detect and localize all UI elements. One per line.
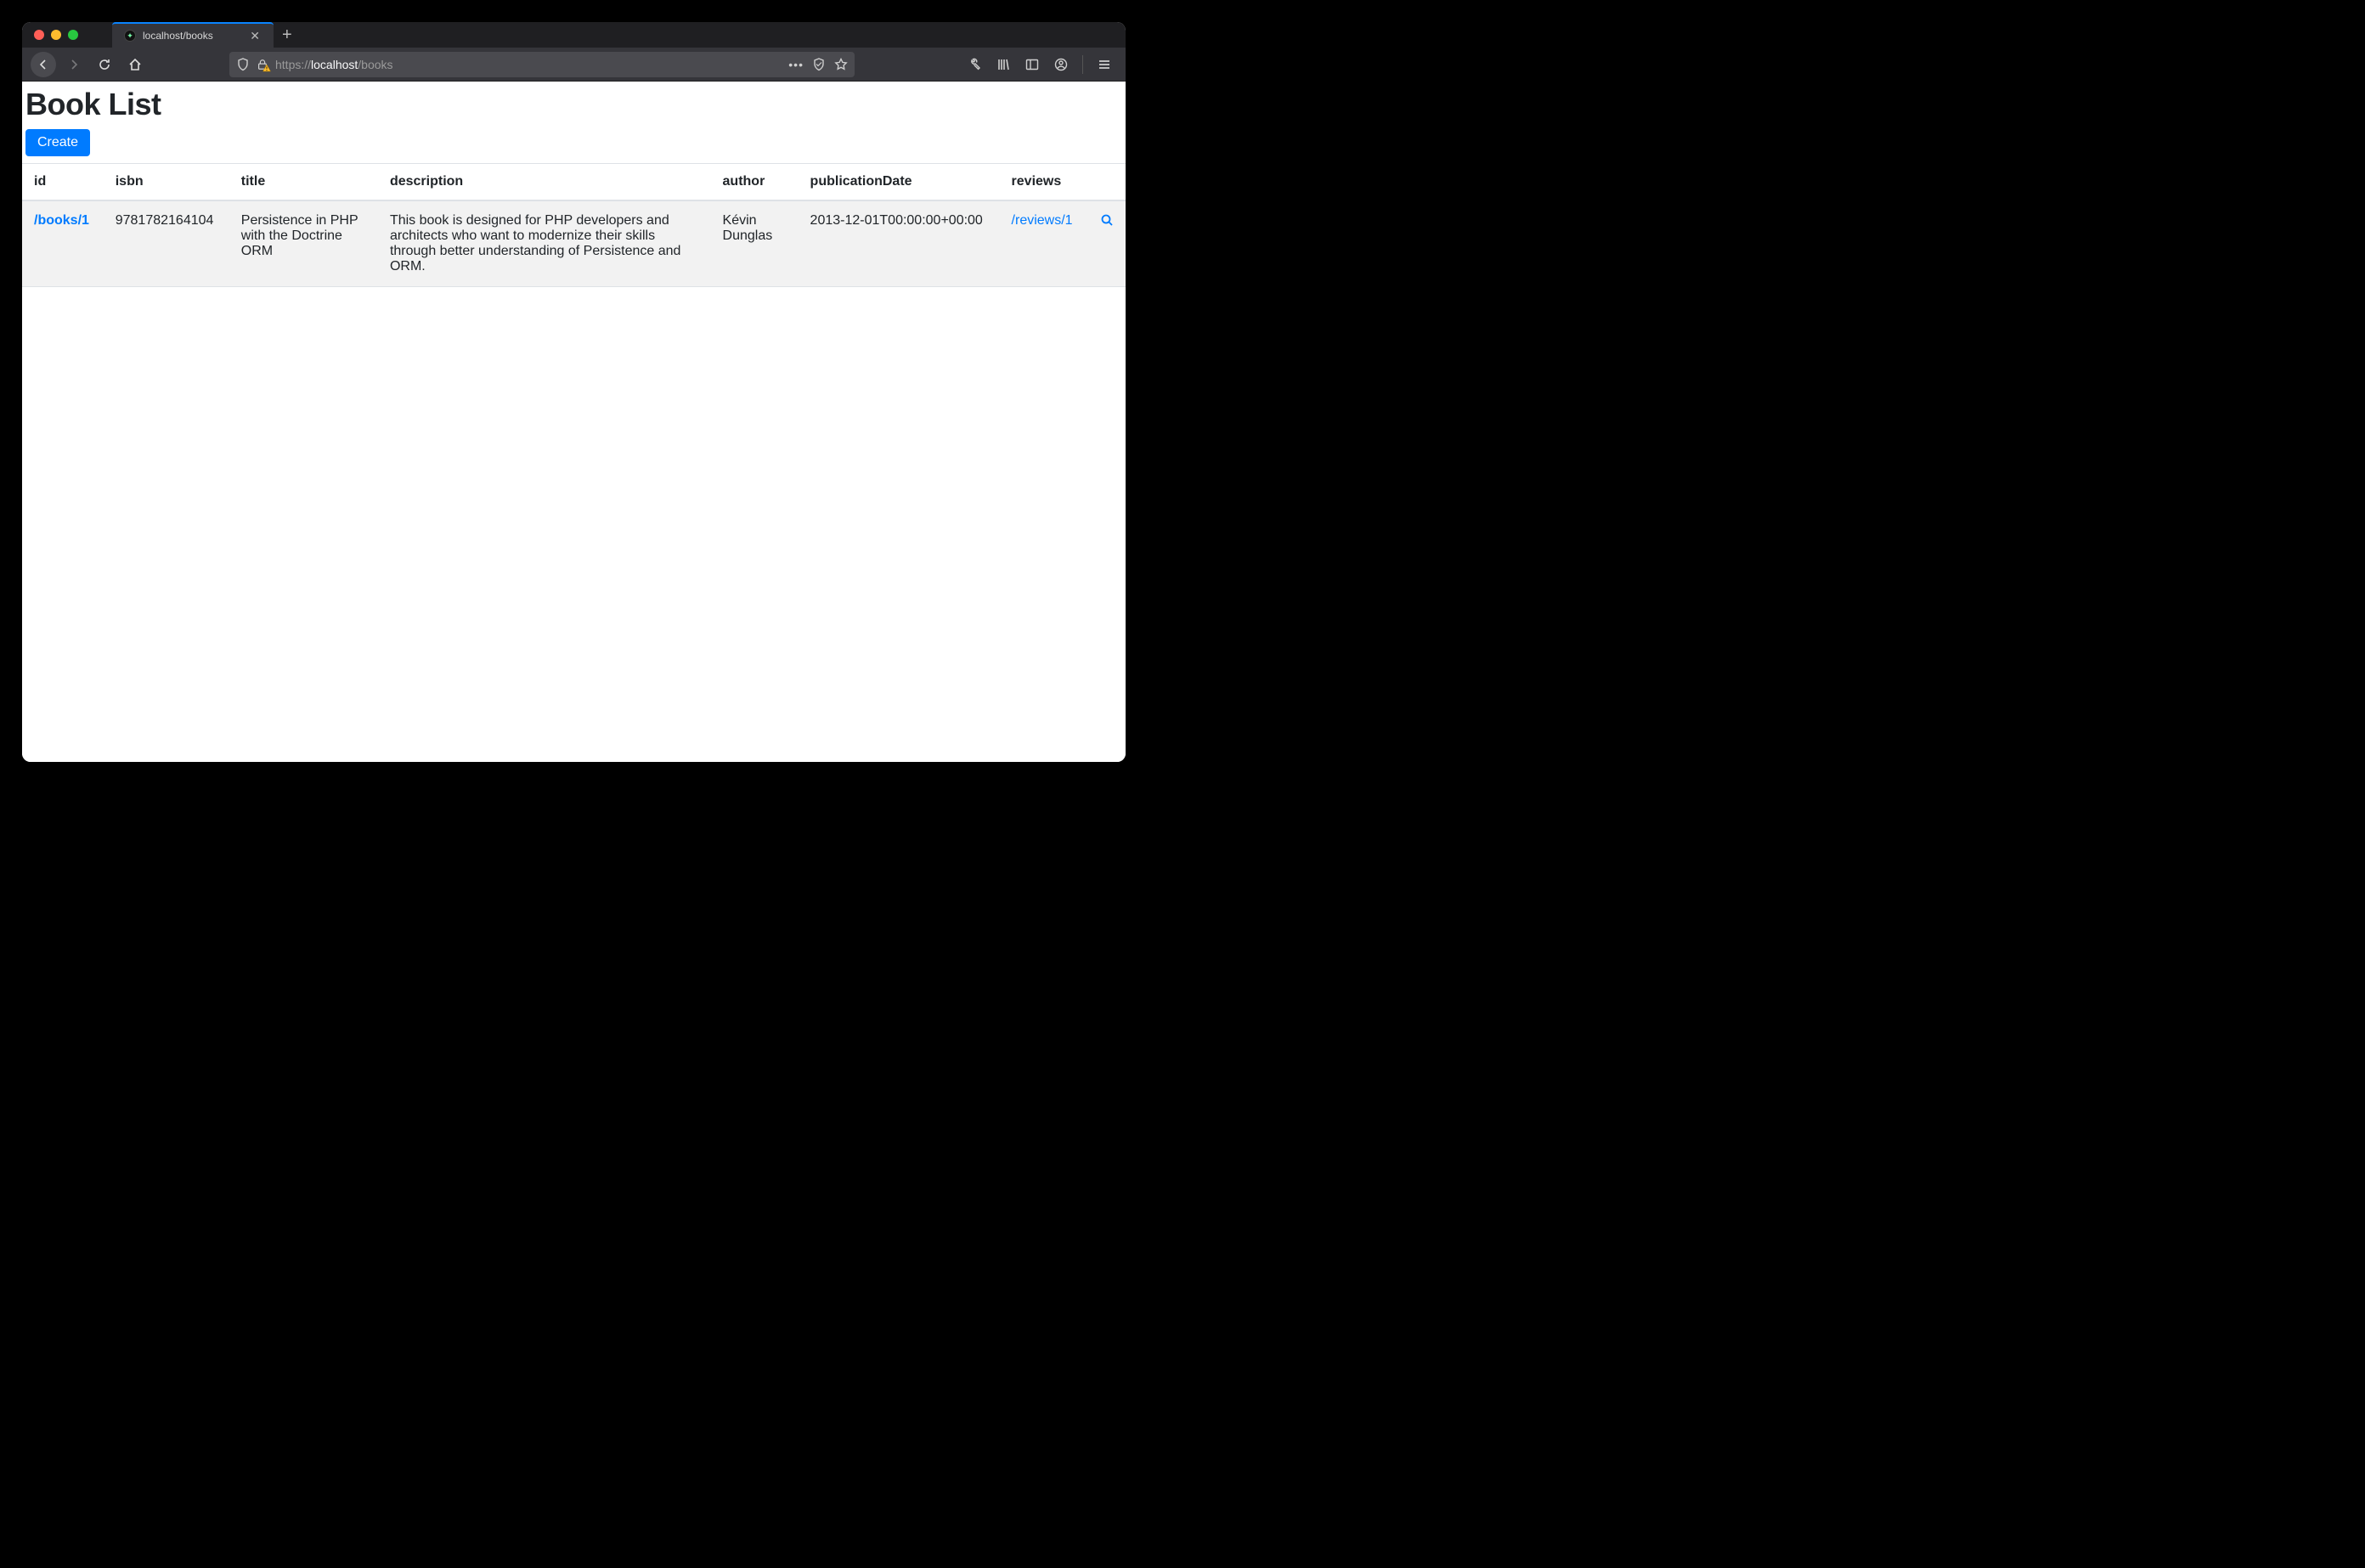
arrow-right-icon [67, 58, 81, 71]
books-table: id isbn title description author publica… [22, 163, 1126, 287]
titlebar: ✦ localhost/books ✕ + [22, 22, 1126, 48]
home-button[interactable] [122, 52, 148, 77]
browser-window: ✦ localhost/books ✕ + [22, 22, 1126, 762]
window-controls [22, 30, 78, 40]
library-icon [996, 58, 1010, 71]
account-icon [1054, 58, 1068, 71]
table-header-row: id isbn title description author publica… [22, 164, 1126, 201]
tab-title: localhost/books [143, 30, 213, 42]
browser-toolbar: https://localhost/books ••• [22, 48, 1126, 82]
wrench-icon [968, 58, 981, 71]
new-tab-button[interactable]: + [274, 22, 301, 48]
toolbar-separator [1082, 55, 1083, 74]
tracking-shield-icon[interactable] [236, 58, 250, 71]
reload-button[interactable] [92, 52, 117, 77]
th-id: id [22, 164, 104, 201]
th-description: description [378, 164, 711, 201]
back-button[interactable] [31, 52, 56, 77]
cell-isbn: 9781782164104 [104, 200, 229, 287]
th-title: title [229, 164, 378, 201]
hamburger-icon [1098, 58, 1111, 71]
forward-button[interactable] [61, 52, 87, 77]
page-title: Book List [22, 87, 1126, 122]
home-icon [128, 58, 142, 71]
address-bar[interactable]: https://localhost/books ••• [229, 52, 855, 77]
search-icon [1100, 213, 1114, 227]
maximize-window-button[interactable] [68, 30, 78, 40]
cell-title: Persistence in PHP with the Doctrine ORM [229, 200, 378, 287]
create-button[interactable]: Create [25, 129, 90, 156]
connection-lock-icon[interactable] [257, 59, 268, 71]
arrow-left-icon [37, 58, 50, 71]
th-reviews: reviews [1000, 164, 1087, 201]
app-menu-button[interactable] [1092, 52, 1117, 77]
account-button[interactable] [1048, 52, 1074, 77]
sidebar-icon [1025, 58, 1039, 71]
th-author: author [711, 164, 799, 201]
sidebar-button[interactable] [1019, 52, 1045, 77]
review-link[interactable]: /reviews/1 [1012, 213, 1073, 228]
close-window-button[interactable] [34, 30, 44, 40]
browser-tab[interactable]: ✦ localhost/books ✕ [112, 22, 274, 48]
toolbar-right [962, 52, 1117, 77]
page-actions-icon[interactable]: ••• [788, 58, 804, 71]
cell-author: Kévin Dunglas [711, 200, 799, 287]
th-actions [1087, 164, 1126, 201]
th-isbn: isbn [104, 164, 229, 201]
favicon-icon: ✦ [124, 30, 136, 42]
cell-description: This book is designed for PHP developers… [378, 200, 711, 287]
cell-publication-date: 2013-12-01T00:00:00+00:00 [799, 200, 1000, 287]
url-text: https://localhost/books [275, 58, 782, 71]
book-id-link[interactable]: /books/1 [34, 213, 89, 228]
bookmark-star-icon[interactable] [834, 58, 848, 71]
close-tab-button[interactable]: ✕ [246, 28, 263, 43]
reader-shield-icon[interactable] [812, 58, 826, 71]
minimize-window-button[interactable] [51, 30, 61, 40]
tabstrip: ✦ localhost/books ✕ + [112, 22, 301, 48]
table-row: /books/1 9781782164104 Persistence in PH… [22, 200, 1126, 287]
view-row-button[interactable] [1100, 213, 1114, 227]
library-button[interactable] [991, 52, 1016, 77]
th-publication-date: publicationDate [799, 164, 1000, 201]
reload-icon [98, 58, 111, 71]
devtools-button[interactable] [962, 52, 987, 77]
page-content: Book List Create id isbn title descripti… [22, 82, 1126, 762]
